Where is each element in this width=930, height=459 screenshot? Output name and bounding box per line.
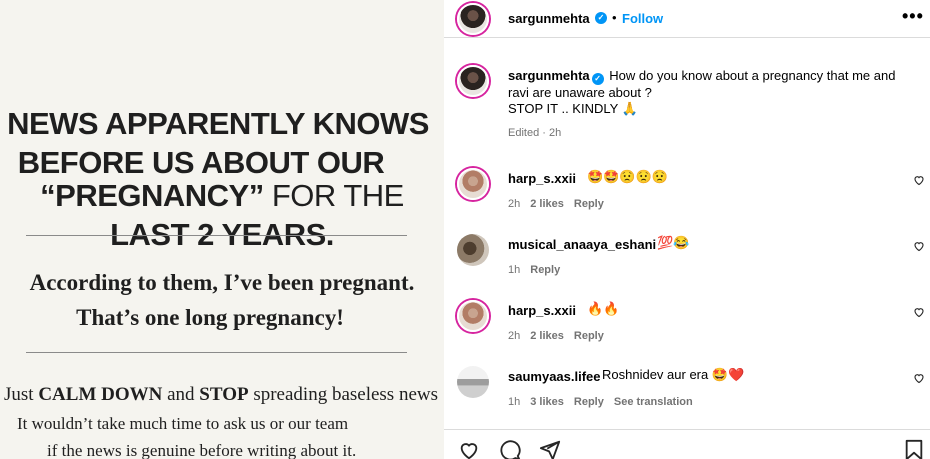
avatar[interactable] [457, 234, 489, 266]
share-icon[interactable] [539, 439, 561, 459]
comment-username[interactable]: musical_anaaya_eshani [508, 237, 656, 252]
see-translation-link[interactable]: See translation [614, 396, 693, 408]
serif-line-1: According to them, I’ve been pregnant. [29, 270, 415, 295]
small-line-2: if the news is genuine before writing ab… [47, 441, 357, 459]
verified-badge-icon: ✓ [595, 12, 607, 24]
headline-pregnancy: “PREGNANCY” [40, 178, 264, 213]
reply-button[interactable]: Reply [530, 264, 560, 276]
headline-line-1: NEWS APPARENTLY KNOWS [7, 106, 429, 141]
headline-line-3: “PREGNANCY” FOR THE LAST 2 YEARS. [0, 176, 444, 254]
comment: harp_s.xxii 🔥🔥 2h 2 likes Reply [444, 296, 930, 356]
comment: harp_s.xxii 🤩🤩😟😟😟 2h 2 likes Reply [444, 164, 930, 224]
action-bar [444, 429, 930, 459]
comment-meta: 1h 3 likes Reply See translation [508, 396, 703, 408]
comment: musical_anaaya_eshani 💯😂 1h Reply [444, 230, 930, 290]
reply-button[interactable]: Reply [574, 198, 604, 210]
comment-text: 🔥🔥 [587, 301, 620, 316]
post-header: sargunmehta ✓ • Follow ••• [444, 0, 930, 38]
calm-down-line: Just CALM DOWN and STOP spreading basele… [4, 384, 438, 406]
comment-time: 2h [508, 330, 521, 342]
calm-text: CALM DOWN [38, 384, 163, 405]
more-options-icon[interactable]: ••• [902, 6, 924, 27]
heart-icon[interactable] [458, 439, 480, 459]
comment-text: Roshnidev aur era 🤩❤️ [602, 367, 745, 382]
comment-likes[interactable]: 2 likes [530, 330, 564, 342]
divider-rule [26, 352, 407, 353]
header-username[interactable]: sargunmehta [508, 11, 590, 26]
comment-meta: 1h Reply [508, 264, 570, 276]
bookmark-icon[interactable] [904, 439, 924, 459]
comment: saumyaas.lifee Roshnidev aur era 🤩❤️ 1h 3… [444, 362, 930, 422]
serif-line-2: That’s one long pregnancy! [76, 305, 344, 330]
verified-badge-icon: ✓ [591, 73, 604, 85]
comment-username[interactable]: harp_s.xxii [508, 303, 576, 318]
comment-likes[interactable]: 3 likes [530, 396, 564, 408]
reply-button[interactable]: Reply [574, 330, 604, 342]
caption: sargunmehta ✓ How do you know about a pre… [508, 68, 908, 117]
caption-meta: Edited · 2h [508, 127, 562, 139]
comment-time: 1h [508, 396, 521, 408]
avatar[interactable] [457, 3, 489, 35]
heart-icon[interactable] [913, 372, 925, 384]
post-side-panel: sargunmehta ✓ • Follow ••• sargunmehta ✓ … [444, 0, 930, 459]
calm-text: STOP [199, 384, 249, 405]
comment-time: 1h [508, 264, 521, 276]
avatar[interactable] [457, 65, 489, 97]
avatar[interactable] [457, 168, 489, 200]
small-line-1: It wouldn’t take much time to ask us or … [17, 414, 349, 433]
comment-username[interactable]: harp_s.xxii [508, 171, 576, 186]
reply-button[interactable]: Reply [574, 396, 604, 408]
follow-button[interactable]: Follow [622, 11, 663, 26]
comment-meta: 2h 2 likes Reply [508, 198, 614, 210]
caption-text-line-2: STOP IT .. KINDLY 🙏 [508, 101, 638, 116]
separator-dot: • [612, 10, 617, 25]
headline-for-the: FOR THE [263, 178, 405, 213]
comment-text: 🤩🤩😟😟😟 [587, 169, 668, 184]
comment-time: 2h [508, 198, 521, 210]
divider-rule [26, 235, 407, 236]
calm-text: Just [4, 384, 39, 405]
comment-meta: 2h 2 likes Reply [508, 330, 614, 342]
calm-text: and [162, 384, 200, 405]
calm-text: spreading baseless news [248, 384, 439, 405]
avatar[interactable] [457, 300, 489, 332]
heart-icon[interactable] [913, 240, 925, 252]
caption-username[interactable]: sargunmehta [508, 68, 590, 83]
comment-likes[interactable]: 2 likes [530, 198, 564, 210]
post-image[interactable]: NEWS APPARENTLY KNOWS BEFORE US ABOUT OU… [0, 0, 444, 459]
comment-icon[interactable] [499, 439, 521, 459]
comment-text: 💯😂 [657, 235, 690, 250]
heart-icon[interactable] [913, 306, 925, 318]
heart-icon[interactable] [913, 174, 925, 186]
avatar[interactable] [457, 366, 489, 398]
comment-username[interactable]: saumyaas.lifee [508, 369, 601, 384]
